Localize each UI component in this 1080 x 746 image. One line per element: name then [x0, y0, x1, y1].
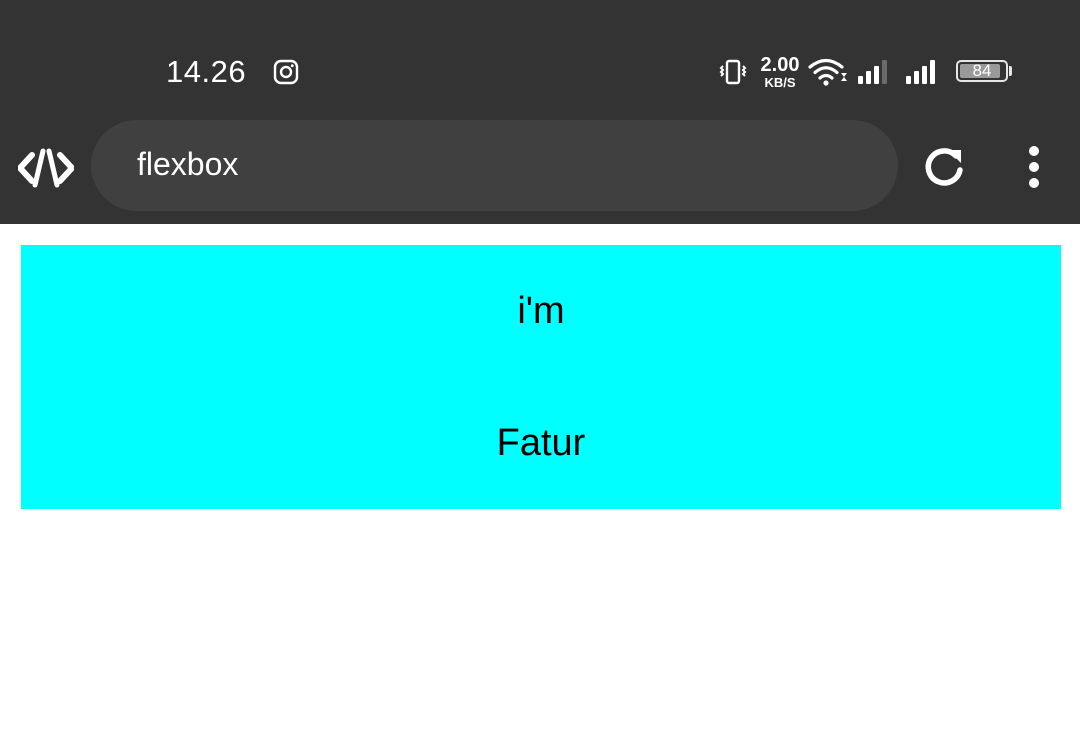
vibrate-icon	[719, 59, 747, 85]
network-speed: 2.00 KB/S	[756, 55, 804, 89]
signal-icon	[906, 60, 935, 84]
address-bar[interactable]: flexbox	[91, 120, 898, 211]
status-icons: 2.00 KB/S 84	[718, 55, 1018, 91]
flex-item: Fatur	[496, 421, 586, 464]
instagram-icon	[273, 59, 299, 85]
battery-level: 84	[972, 61, 992, 80]
signal-icon	[858, 60, 887, 84]
network-speed-unit: KB/S	[764, 75, 796, 90]
reload-icon[interactable]	[918, 142, 970, 194]
wifi-icon	[808, 58, 847, 86]
status-time: 14.26	[166, 54, 247, 89]
more-vert-icon[interactable]	[1012, 142, 1056, 194]
code-icon[interactable]	[18, 147, 74, 189]
page-content: i'm Fatur	[0, 224, 1080, 746]
flex-item: i'm	[517, 289, 565, 332]
address-text[interactable]: flexbox	[137, 146, 238, 183]
battery-icon: 84	[956, 60, 1008, 82]
network-speed-value: 2.00	[760, 54, 800, 76]
status-bar: 14.26 2.00 KB/S 84	[0, 0, 1080, 112]
flex-container: i'm Fatur	[21, 245, 1061, 509]
battery-tip	[1009, 66, 1012, 76]
browser-toolbar: flexbox	[0, 112, 1080, 224]
